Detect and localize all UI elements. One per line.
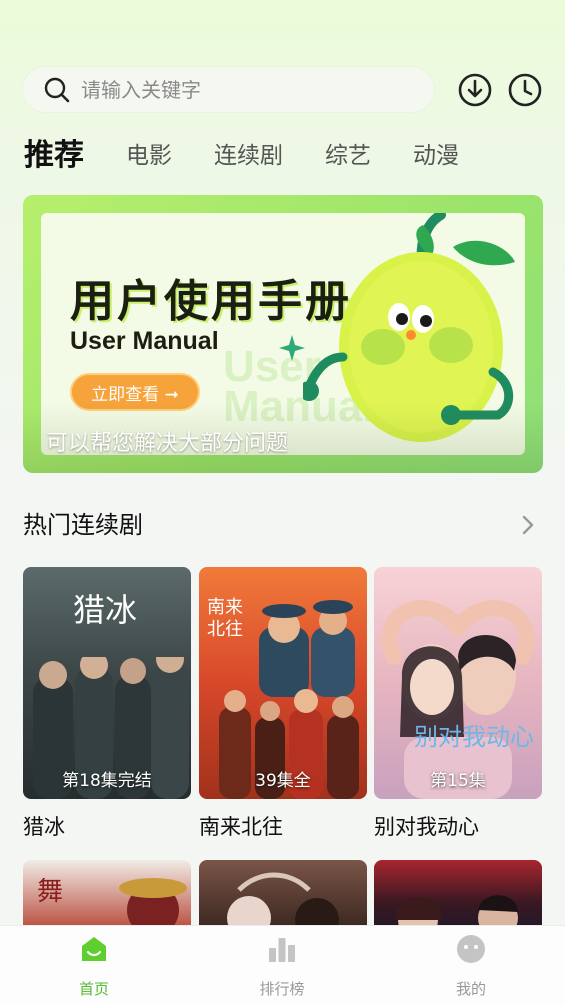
series-name: 南来北往 bbox=[199, 815, 283, 839]
tab-movie[interactable]: 电影 bbox=[126, 136, 172, 176]
series-card[interactable]: 南来北往 39集全 南来北往 bbox=[199, 567, 367, 841]
category-tabs: 推荐 电影 连续剧 综艺 动漫 bbox=[24, 132, 501, 176]
poster-figures bbox=[227, 872, 339, 930]
series-poster[interactable]: 猎冰 第18集完结 bbox=[23, 567, 191, 799]
poster-figures: 舞 bbox=[37, 877, 187, 930]
search-box[interactable] bbox=[23, 67, 434, 112]
nav-ranking[interactable]: 排行榜 bbox=[222, 934, 342, 999]
poster-title-text: 南来北往 bbox=[207, 597, 243, 640]
chevron-right-icon[interactable] bbox=[517, 513, 539, 537]
series-card[interactable]: 猎冰 第18集完结 猎冰 bbox=[23, 567, 191, 841]
bottom-nav: 首页 排行榜 我的 bbox=[0, 925, 565, 1004]
series-name: 别对我动心 bbox=[374, 815, 479, 839]
tab-recommend[interactable]: 推荐 bbox=[24, 136, 84, 176]
series-poster[interactable] bbox=[374, 860, 542, 930]
section-hot-series-header: 热门连续剧 bbox=[23, 505, 543, 545]
search-input[interactable] bbox=[81, 77, 401, 102]
series-card[interactable]: 别对我动心 第15集 别对我动心 bbox=[374, 567, 542, 841]
poster-title-text: 猎冰 bbox=[73, 591, 138, 629]
hot-series-row-2: 舞 bbox=[23, 860, 543, 930]
series-poster[interactable]: 舞 bbox=[23, 860, 191, 930]
history-clock-icon[interactable] bbox=[507, 72, 543, 108]
banner-user-manual[interactable]: 用户使用手册 User Manual User Manual 立即查看 ➞ 可以… bbox=[23, 195, 543, 473]
nav-home[interactable]: 首页 bbox=[34, 934, 154, 999]
poster-figures bbox=[395, 895, 518, 930]
home-icon bbox=[82, 937, 106, 961]
bar-chart-icon bbox=[269, 938, 295, 962]
profile-face-icon bbox=[457, 935, 485, 963]
banner-subtitle: User Manual bbox=[70, 327, 219, 355]
tab-variety[interactable]: 综艺 bbox=[325, 136, 371, 176]
episode-label: 39集全 bbox=[255, 771, 311, 791]
tab-series[interactable]: 连续剧 bbox=[214, 136, 283, 176]
series-poster[interactable] bbox=[199, 860, 367, 930]
nav-ranking-label: 排行榜 bbox=[259, 980, 305, 998]
episode-label: 第15集 bbox=[430, 771, 486, 791]
banner-caption: 可以帮您解决大部分问题 bbox=[46, 431, 289, 456]
search-row bbox=[23, 67, 543, 113]
episode-label: 第18集完结 bbox=[62, 771, 152, 791]
series-poster[interactable]: 别对我动心 第15集 bbox=[374, 567, 542, 799]
section-title: 热门连续剧 bbox=[23, 511, 143, 539]
download-icon[interactable] bbox=[457, 72, 493, 108]
nav-profile-label: 我的 bbox=[455, 980, 486, 998]
nav-profile[interactable]: 我的 bbox=[411, 934, 531, 999]
poster-title-text: 别对我动心 bbox=[414, 723, 534, 751]
tab-anime[interactable]: 动漫 bbox=[413, 136, 459, 176]
search-icon bbox=[44, 77, 70, 102]
series-name: 猎冰 bbox=[23, 815, 65, 839]
series-poster[interactable]: 南来北往 39集全 bbox=[199, 567, 367, 799]
nav-home-label: 首页 bbox=[78, 980, 109, 998]
svg-text:舞: 舞 bbox=[37, 877, 63, 907]
